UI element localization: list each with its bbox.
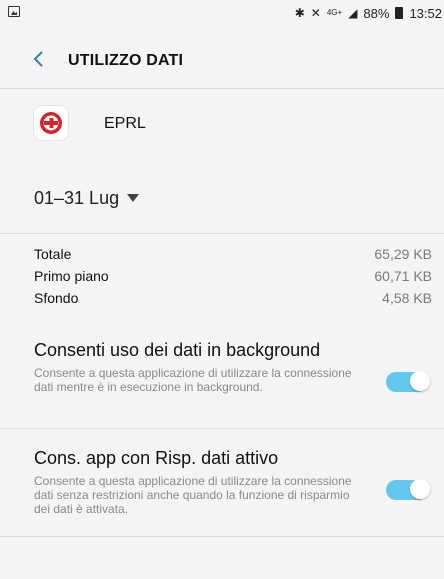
- clock: 13:52: [409, 5, 442, 21]
- bluetooth-icon: ✱: [294, 6, 305, 20]
- usage-label: Sfondo: [34, 290, 79, 306]
- battery-percent: 88%: [363, 5, 390, 21]
- data-saver-exception-toggle[interactable]: [386, 476, 430, 500]
- data-saver-exception-setting[interactable]: Cons. app con Risp. dati attivo Consente…: [0, 448, 444, 528]
- caret-down-icon: [127, 194, 140, 202]
- divider: [0, 536, 444, 537]
- chevron-left-icon[interactable]: [28, 48, 50, 70]
- setting-title: Cons. app con Risp. dati attivo: [34, 448, 279, 468]
- status-bar: ✱ ✕ 4G+ ◢ 88% 13:52: [0, 0, 444, 28]
- date-range-value: 01–31 Lug: [34, 187, 120, 208]
- usage-row: Sfondo 4,58 KB: [34, 290, 432, 310]
- app-logo-icon: [34, 106, 68, 140]
- divider: [0, 428, 444, 429]
- vibrate-mute-icon: ✕: [310, 6, 321, 20]
- app-bar: UTILIZZO DATI: [0, 42, 444, 82]
- app-info-row: EPRL: [0, 103, 444, 149]
- usage-value: 4,58 KB: [382, 290, 432, 306]
- image-notification-icon: [8, 6, 20, 17]
- usage-value: 60,71 KB: [374, 268, 432, 284]
- setting-title: Consenti uso dei dati in background: [34, 340, 321, 360]
- setting-description: Consente a questa applicazione di utiliz…: [34, 366, 352, 394]
- network-type: 4G+: [326, 8, 343, 17]
- background-data-toggle[interactable]: [386, 368, 430, 392]
- page-title: UTILIZZO DATI: [68, 52, 184, 69]
- usage-label: Primo piano: [34, 268, 109, 284]
- app-name: EPRL: [104, 115, 146, 132]
- usage-row: Totale 65,29 KB: [34, 246, 432, 266]
- background-data-setting[interactable]: Consenti uso dei dati in background Cons…: [0, 340, 444, 420]
- date-range-selector[interactable]: 01–31 Lug: [34, 183, 140, 213]
- signal-icon: ◢: [348, 6, 358, 20]
- usage-label: Totale: [34, 246, 72, 262]
- battery-icon: [395, 7, 404, 19]
- usage-row: Primo piano 60,71 KB: [34, 268, 432, 288]
- status-icons: ✱ ✕ 4G+ ◢ 88% 13:52: [295, 4, 442, 22]
- setting-description: Consente a questa applicazione di utiliz…: [34, 474, 352, 516]
- divider: [0, 88, 444, 89]
- divider: [0, 233, 444, 234]
- usage-value: 65,29 KB: [374, 246, 432, 262]
- toggle-thumb: [410, 479, 430, 499]
- toggle-thumb: [410, 371, 430, 391]
